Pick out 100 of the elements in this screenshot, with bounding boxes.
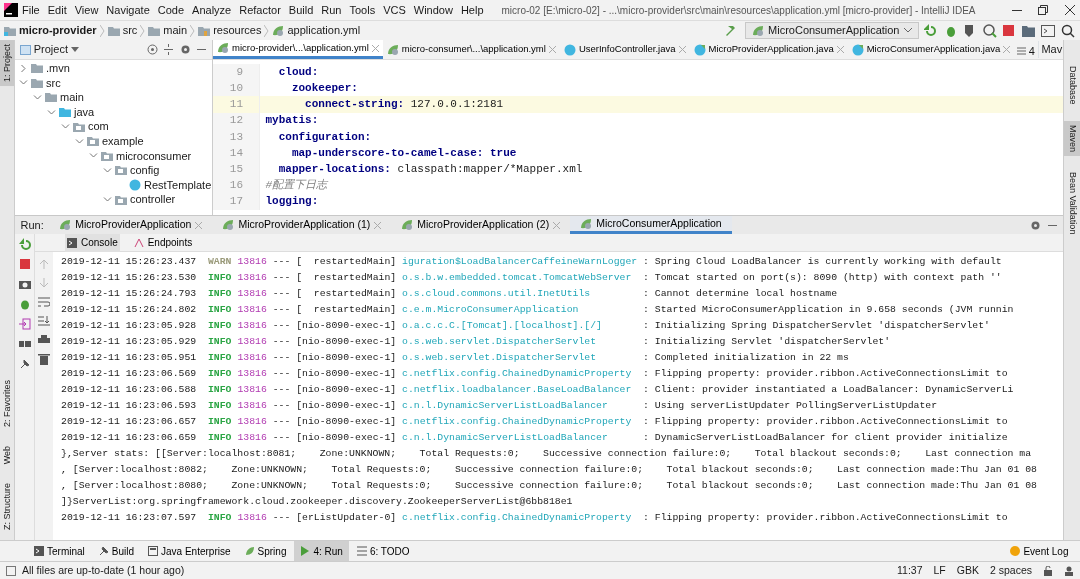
trash-icon[interactable]: [38, 353, 50, 365]
folder-icon: [59, 107, 71, 118]
tool-window-tab[interactable]: Bean Validation: [1064, 167, 1080, 238]
tool-window-tab[interactable]: Z: Structure: [0, 479, 14, 534]
tool-window-tab[interactable]: Java Enterprise: [142, 541, 237, 561]
menu-item[interactable]: Run: [317, 1, 346, 19]
spring-icon: [244, 546, 255, 556]
rerun-icon[interactable]: [18, 238, 31, 250]
log-line: , [Server:localhost:8080; Zone:UNKNOWN; Total Requests:0; Successive connection failure:0; Total blackout seconds:0; Last connection made:Thu Jan 01 08: [61, 479, 1038, 493]
event-log-tab[interactable]: Event Log: [1004, 541, 1075, 561]
tree-item[interactable]: RestTemplate: [15, 177, 212, 193]
tool-window-tab[interactable]: Web: [0, 441, 14, 468]
class-icon: [563, 43, 576, 56]
log-line: 2019-12-11 16:23:05.929 INFO 13816 --- [nio-8090-exec-1] o.s.web.servlet.DispatcherServlet : Initializing Servlet 'dispatcherServlet': [61, 335, 892, 349]
console-tab[interactable]: Endpoints: [131, 233, 195, 252]
stop-icon[interactable]: [18, 258, 31, 270]
tool-window-tab[interactable]: 2: Favorites: [0, 375, 14, 431]
terminal-icon[interactable]: [1041, 23, 1055, 38]
tree-item[interactable]: com: [15, 119, 212, 134]
search-icon[interactable]: [1060, 23, 1075, 38]
tree-item[interactable]: src: [15, 75, 212, 91]
menu-item[interactable]: Navigate: [102, 1, 154, 19]
tool-window-tab[interactable]: Database: [1064, 62, 1080, 109]
crosshair-icon[interactable]: [146, 44, 158, 55]
layout-icon[interactable]: [18, 338, 31, 350]
menu-item[interactable]: Refactor: [235, 1, 285, 19]
tool-window-tab[interactable]: 4: Run: [294, 541, 349, 561]
tab-overflow-button[interactable]: 4: [1014, 42, 1038, 59]
breadcrumb-item[interactable]: micro-provider: [4, 22, 97, 39]
breadcrumb-item[interactable]: application.yml: [272, 22, 361, 39]
status-item[interactable]: 2 spaces: [989, 562, 1032, 579]
menu-item[interactable]: File: [18, 1, 44, 19]
status-item[interactable]: 11:37: [897, 562, 923, 579]
tree-item[interactable]: .mvn: [15, 61, 212, 76]
run-tab[interactable]: MicroProviderApplication: [49, 216, 213, 234]
caret-icon: [70, 47, 79, 52]
tree-item[interactable]: config: [15, 163, 212, 178]
camera-icon[interactable]: [18, 278, 31, 290]
tool-window-tab[interactable]: Maven: [1064, 120, 1080, 156]
menu-item[interactable]: Code: [153, 1, 189, 19]
tree-item[interactable]: example: [15, 133, 212, 149]
login-icon[interactable]: [18, 318, 31, 330]
class-icon: [693, 43, 706, 56]
print-icon[interactable]: [38, 334, 50, 346]
chevron-icon: [140, 24, 146, 37]
breadcrumb-item[interactable]: main: [148, 22, 188, 39]
folder-icon[interactable]: [1021, 23, 1036, 38]
editor-tab[interactable]: MicroProviderApplication.java: [689, 40, 848, 59]
editor-tab[interactable]: UserInfoController.java: [559, 40, 690, 59]
square-icon[interactable]: [6, 565, 16, 576]
lock-icon[interactable]: [1043, 565, 1053, 576]
tree-item[interactable]: java: [15, 104, 212, 120]
collapse-icon[interactable]: [163, 44, 174, 55]
close-icon[interactable]: [1064, 5, 1075, 15]
run-tab[interactable]: MicroProviderApplication (1): [212, 216, 392, 234]
tree-item[interactable]: main: [15, 90, 212, 105]
menu-item[interactable]: Edit: [43, 1, 71, 19]
menu-item[interactable]: Window: [409, 1, 457, 19]
menu-item[interactable]: VCS: [379, 1, 410, 19]
restore-icon[interactable]: [1038, 5, 1048, 15]
log-line: },Server stats: [[Server:localhost:8081; Zone:UNKNOWN; Total Requests:0; Successive connection failure:0; Total blackout seconds:0; Last connection ma: [61, 447, 1033, 461]
debug-icon[interactable]: [18, 298, 31, 310]
menu-item[interactable]: Build: [284, 1, 318, 19]
run-configuration-dropdown[interactable]: MicroConsumerApplication: [745, 22, 919, 39]
editor-tab[interactable]: micro-provider\...\application.yml: [213, 40, 383, 59]
menu-item[interactable]: Tools: [345, 1, 380, 19]
run-tab[interactable]: MicroConsumerApplication: [570, 216, 732, 234]
settings-icon[interactable]: [179, 44, 191, 55]
tool-window-tab[interactable]: Spring: [238, 541, 293, 561]
menu-item[interactable]: Analyze: [188, 1, 236, 19]
wrap-icon[interactable]: [38, 296, 50, 308]
tool-window-tab[interactable]: Build: [92, 541, 141, 561]
menu-item[interactable]: View: [70, 1, 103, 19]
scroll-end-icon[interactable]: [38, 315, 50, 327]
run-panel-label: Run:: [19, 217, 45, 233]
stop-icon[interactable]: [1002, 23, 1016, 38]
breadcrumb-item[interactable]: src: [107, 22, 138, 39]
tree-item[interactable]: microconsumer: [15, 148, 212, 164]
tree-item[interactable]: controller: [15, 192, 212, 207]
status-item[interactable]: LF: [933, 562, 946, 579]
run-tab[interactable]: MicroProviderApplication (2): [391, 216, 571, 234]
inspector-icon[interactable]: [1064, 565, 1074, 576]
settings-icon[interactable]: [1030, 219, 1041, 231]
log-line: ]}ServerList:org.springframework.cloud.zookeeper.discovery.ZookeeperServerList@6bb818e1: [61, 495, 574, 509]
editor-tab[interactable]: MicroConsumerApplication.java: [847, 40, 1015, 59]
editor-tab[interactable]: micro-consumer\...\application.yml: [382, 40, 560, 59]
app-logo-icon: [4, 3, 18, 17]
tool-window-tab[interactable]: 6: TODO: [350, 541, 416, 561]
log-line: 2019-12-11 15:26:24.793 INFO 13816 --- [ restartedMain] o.s.cloud.commons.util.InetUtils : Cannot determine local hostname: [61, 287, 839, 301]
tool-window-tab[interactable]: 1: Project: [0, 40, 14, 87]
line-number: 16: [213, 177, 260, 194]
tool-window-tab[interactable]: Terminal: [28, 541, 91, 561]
breadcrumb-item[interactable]: resources: [198, 22, 262, 39]
log-line: 2019-12-11 15:26:23.437 WARN 13816 --- [ restartedMain] iguration$LoadBalancerCaffeineWarnLogger : Spring Cloud LoadBalancer is currently working with default: [61, 255, 1003, 269]
leaf-file-icon: [580, 217, 593, 230]
rerun-icon[interactable]: [924, 23, 938, 38]
code-line: 12 mybatis:: [213, 112, 1063, 129]
chevron-icon: [264, 24, 270, 37]
menu-item[interactable]: Help: [456, 1, 488, 19]
status-item[interactable]: GBK: [956, 562, 979, 579]
